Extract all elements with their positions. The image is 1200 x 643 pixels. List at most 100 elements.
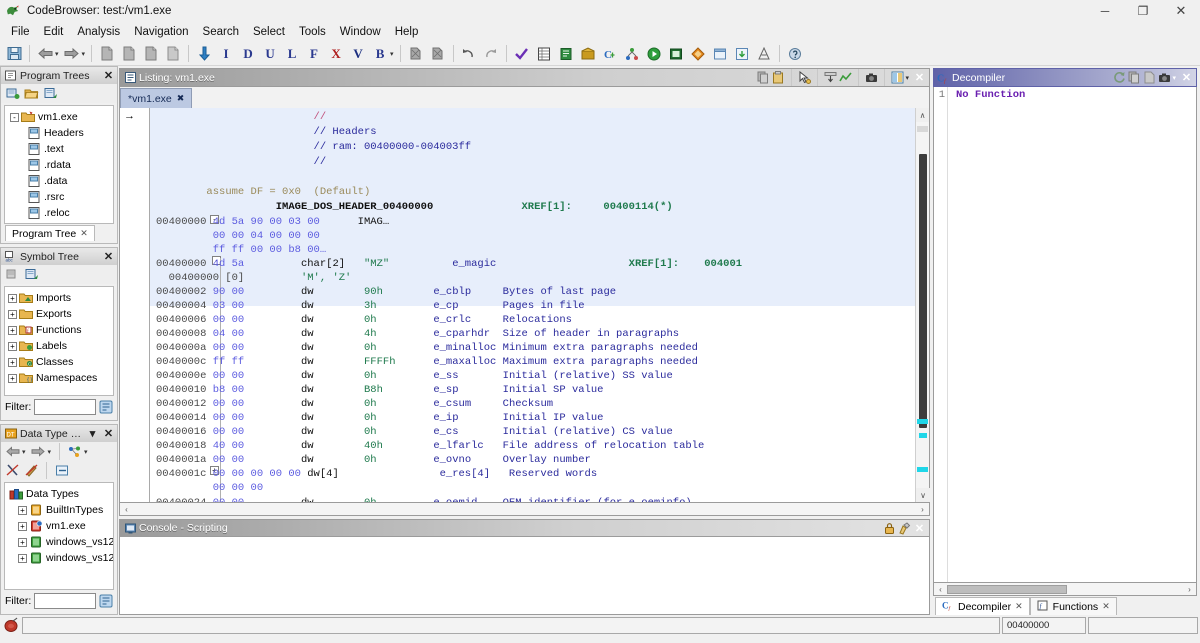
filter-options-icon[interactable] [99,593,113,609]
listing-line[interactable]: 00400002 90 00 dw 90h e_cblp Bytes of la… [156,286,616,298]
listing-line[interactable]: 00400016 00 00 dw 0h e_cs Initial (relat… [156,426,673,438]
listing-margin[interactable]: → [120,108,150,502]
tree-node-data[interactable]: .data [27,173,111,189]
menu-search[interactable]: Search [196,24,246,40]
listing-menu-caret-icon[interactable]: ▾ [905,74,909,82]
back-arrow-icon[interactable] [35,44,55,64]
xref-icon[interactable]: X [326,44,346,64]
tab-decompiler[interactable]: Cf Decompiler ✕ [935,597,1030,615]
scroll-up-button[interactable]: ∧ [916,108,929,122]
filter-options-icon[interactable] [99,399,113,415]
export-icon[interactable] [732,44,752,64]
export-icon[interactable] [1143,71,1156,84]
tab-close-icon[interactable]: ✕ [1102,601,1110,612]
tab-close-icon[interactable]: ✕ [1015,601,1023,612]
tab-program-tree[interactable]: Program Tree ✕ [5,225,95,241]
decompiler-scroll-thumb[interactable] [947,585,1067,594]
dt-node-vm1exe[interactable]: + vm1.exe [17,518,111,534]
listing-line[interactable]: // [156,156,326,168]
back-caret-icon[interactable]: ▾ [22,448,26,456]
expander-icon[interactable]: + [17,553,28,564]
lock-icon[interactable] [883,522,896,535]
function-icon[interactable]: F [304,44,324,64]
data-type-filter-input[interactable] [34,593,96,609]
listing-paste-icon[interactable] [772,71,785,84]
expander-icon[interactable]: + [7,309,18,320]
program-tree-icon[interactable] [42,86,59,102]
forward-dropdown-caret-icon[interactable]: ▾ [82,50,86,58]
listing-line[interactable]: 00400000 4d 5a char[2] "MZ" e_magic XREF… [156,258,742,270]
rename-icon[interactable] [4,267,21,283]
cursor-select-icon[interactable] [798,71,811,84]
instruction-icon[interactable]: I [216,44,236,64]
copy-icon[interactable] [1128,71,1141,84]
filter-arrays-icon[interactable] [23,463,40,479]
select-complement-icon[interactable] [428,44,448,64]
listing-line[interactable]: 00400000 4d 5a 90 00 03 00 IMAG… [156,216,389,228]
hierarchy-caret-icon[interactable]: ▾ [84,448,88,456]
variable-icon[interactable]: V [348,44,368,64]
tab-functions[interactable]: f Functions ✕ [1030,597,1117,615]
tab-vm1exe[interactable]: *vm1.exe ✖ [120,88,192,108]
minimize-button[interactable]: ─ [1086,0,1124,22]
listing-line[interactable]: 00400000 [0] 'M', 'Z' [156,272,351,284]
scroll-track[interactable] [1067,584,1183,595]
maximize-button[interactable]: ❐ [1124,0,1162,22]
function-graph-icon[interactable] [622,44,642,64]
forward-arrow-icon[interactable] [62,44,82,64]
goto-icon[interactable] [23,267,40,283]
listing-scroll-thumb[interactable] [919,154,927,428]
snapshot-icon[interactable] [1158,71,1171,84]
symbol-tree-filter-input[interactable] [34,399,96,415]
menu-analysis[interactable]: Analysis [70,24,127,40]
bytes-icon[interactable]: B [370,44,390,64]
menu-navigation[interactable]: Navigation [127,24,195,40]
scroll-bookmark-marker[interactable] [917,467,928,472]
listing-line[interactable]: IMAGE_DOS_HEADER_00400000 XREF[1]: 00400… [156,201,673,213]
edit-fields-icon[interactable] [891,71,904,84]
listing-line[interactable]: assume DF = 0x0 (Default) [156,186,370,198]
scroll-bookmark-marker[interactable] [919,433,927,438]
new-page-icon[interactable] [163,44,183,64]
menu-select[interactable]: Select [246,24,292,40]
open-folder-icon[interactable] [23,86,40,102]
listing-line[interactable]: 00400004 03 00 dw 3h e_cp Pages in file [156,300,585,312]
snapshot-page-icon[interactable] [141,44,161,64]
expander-icon[interactable]: - [9,112,20,123]
tree-node-reloc[interactable]: .reloc [27,205,111,221]
listing-line[interactable]: 0040000a 00 00 dw 0h e_minalloc Minimum … [156,342,698,354]
bytes-dropdown-caret-icon[interactable]: ▾ [390,50,394,58]
listing-line[interactable]: 00400024 00 00 dw 0h e_oemid OEM identif… [156,497,692,502]
menu-tools[interactable]: Tools [292,24,333,40]
listing-line[interactable]: // [156,111,326,123]
symbol-node-imports[interactable]: + Imports [7,290,111,306]
listing-line[interactable]: 00400014 00 00 dw 0h e_ip Initial IP val… [156,412,603,424]
select-block-icon[interactable] [406,44,426,64]
undefine-icon[interactable]: U [260,44,280,64]
memory-map-icon[interactable] [534,44,554,64]
console-output[interactable] [119,537,930,615]
help-icon[interactable] [785,44,805,64]
expander-icon[interactable]: + [7,293,18,304]
listing-copy-icon[interactable] [757,71,770,84]
back-dropdown-caret-icon[interactable]: ▾ [55,50,59,58]
decompiler-view[interactable]: 1 No Function [933,87,1197,583]
down-arrow-icon[interactable] [194,44,214,64]
expander-icon[interactable]: + [7,341,18,352]
listing-line[interactable]: 0040000c ff ff dw FFFFh e_maxalloc Maxim… [156,356,698,368]
dt-node-windows-vs12-32[interactable]: + windows_vs12_32 [17,534,111,550]
navigation-icon[interactable] [839,71,852,84]
expander-icon[interactable]: + [7,357,18,368]
expander-icon[interactable]: + [17,537,28,548]
window-icon[interactable] [710,44,730,64]
scroll-right-button[interactable]: › [1183,584,1196,595]
tree-node-headers[interactable]: Headers [27,125,111,141]
scroll-down-button[interactable]: ∨ [916,488,930,502]
scroll-right-button[interactable]: › [916,504,929,515]
hierarchy-icon[interactable] [66,444,83,460]
menu-file[interactable]: File [4,24,37,40]
create-folder-icon[interactable] [4,86,21,102]
diff-view-icon[interactable] [824,71,837,84]
filter-pointers-icon[interactable] [4,463,21,479]
refresh-icon[interactable] [1113,71,1126,84]
